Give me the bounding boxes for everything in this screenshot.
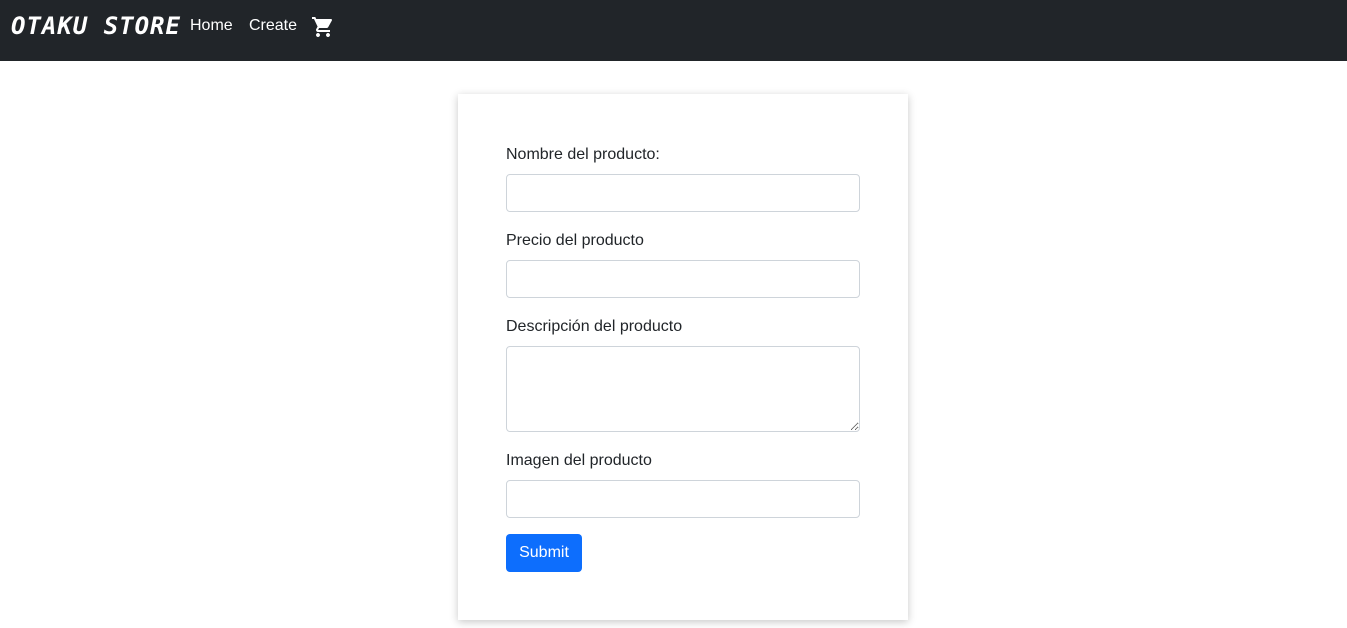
product-image-input[interactable] <box>506 480 860 518</box>
product-name-label: Nombre del producto: <box>506 146 660 163</box>
product-price-label: Precio del producto <box>506 232 644 249</box>
create-product-card: Nombre del producto: Precio del producto… <box>458 94 908 620</box>
product-description-textarea[interactable] <box>506 346 860 432</box>
shopping-cart-icon[interactable] <box>311 15 335 39</box>
product-description-label: Descripción del producto <box>506 318 683 335</box>
brand-logo[interactable]: OTAKU STORE <box>11 12 181 40</box>
product-price-input[interactable] <box>506 260 860 298</box>
product-name-input[interactable] <box>506 174 860 212</box>
submit-button[interactable]: Submit <box>506 534 582 572</box>
product-image-label: Imagen del producto <box>506 452 652 469</box>
nav-link-home[interactable]: Home <box>190 17 233 35</box>
top-navbar: OTAKU STORE Home Create <box>0 0 1347 61</box>
nav-link-create[interactable]: Create <box>249 17 297 35</box>
